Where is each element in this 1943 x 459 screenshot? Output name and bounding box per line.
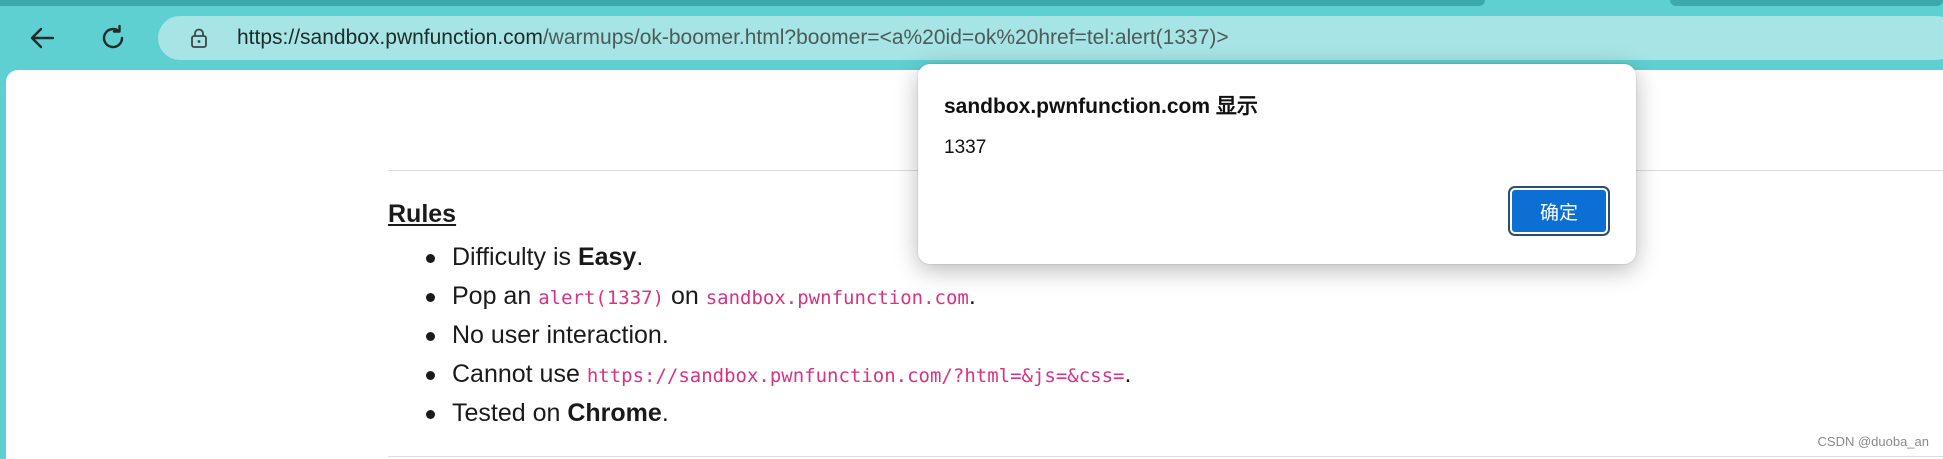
rule-text: . (636, 243, 644, 271)
dialog-title: sandbox.pwnfunction.com 显示 (944, 95, 1258, 118)
rule-text: No user interaction. (452, 321, 669, 349)
alert-dialog: sandbox.pwnfunction.com 显示 1337 确定 (918, 64, 1636, 264)
rules-heading: Rules (388, 200, 457, 228)
back-button[interactable] (22, 18, 62, 58)
url-text[interactable]: https://sandbox.pwnfunction.com/warmups/… (237, 16, 1229, 60)
refresh-button[interactable] (93, 18, 133, 58)
rule-code: https://sandbox.pwnfunction.com/?html=&j… (586, 365, 1125, 387)
refresh-icon (102, 24, 124, 49)
arrow-left-icon (30, 27, 55, 49)
rule-strong: Easy (577, 243, 637, 271)
rule-text: Tested on (452, 399, 568, 427)
rule-code: sandbox.pwnfunction.com (705, 287, 969, 309)
rule-text: on (664, 282, 706, 310)
divider (388, 456, 1943, 457)
ok-button[interactable]: 确定 (1508, 186, 1610, 236)
rule-strong: Chrome (567, 399, 662, 427)
lock-icon[interactable] (188, 27, 210, 49)
rule-text: Pop an (452, 282, 539, 310)
rules-list: Difficulty is Easy. Pop an alert(1337) o… (388, 238, 1131, 433)
rule-text: . (968, 282, 976, 310)
url-host: https://sandbox.pwnfunction.com (237, 26, 543, 49)
rule-code: alert(1337) (538, 287, 665, 309)
rule-item: Cannot use https://sandbox.pwnfunction.c… (388, 355, 1131, 394)
browser-toolbar: https://sandbox.pwnfunction.com/warmups/… (0, 6, 1943, 70)
rule-text: . (661, 399, 669, 427)
rule-item: Tested on Chrome. (388, 394, 1131, 433)
rule-text: Difficulty is (452, 243, 578, 271)
address-bar[interactable]: https://sandbox.pwnfunction.com/warmups/… (158, 16, 1943, 60)
url-path: /warmups/ok-boomer.html?boomer=<a%20id=o… (542, 26, 1229, 49)
rule-text: . (1124, 360, 1132, 388)
rule-item: No user interaction. (388, 316, 1131, 355)
dialog-message: 1337 (944, 137, 987, 158)
rule-text: Cannot use (452, 360, 587, 388)
rule-item: Pop an alert(1337) on sandbox.pwnfunctio… (388, 277, 1131, 316)
watermark: CSDN @duoba_an (1817, 434, 1929, 449)
